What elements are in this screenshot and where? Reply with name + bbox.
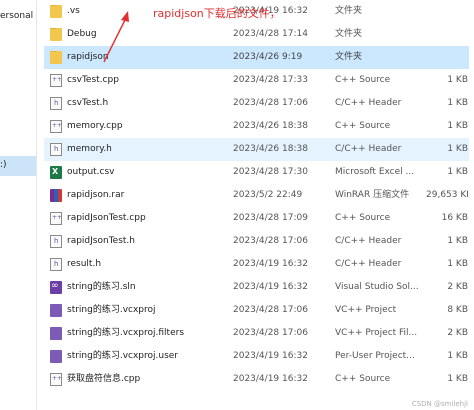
watermark: CSDN @smilehjl [411, 400, 468, 408]
annotation-arrow [103, 11, 129, 63]
annotation-label: rapidjson下载后的文件， [153, 7, 281, 20]
